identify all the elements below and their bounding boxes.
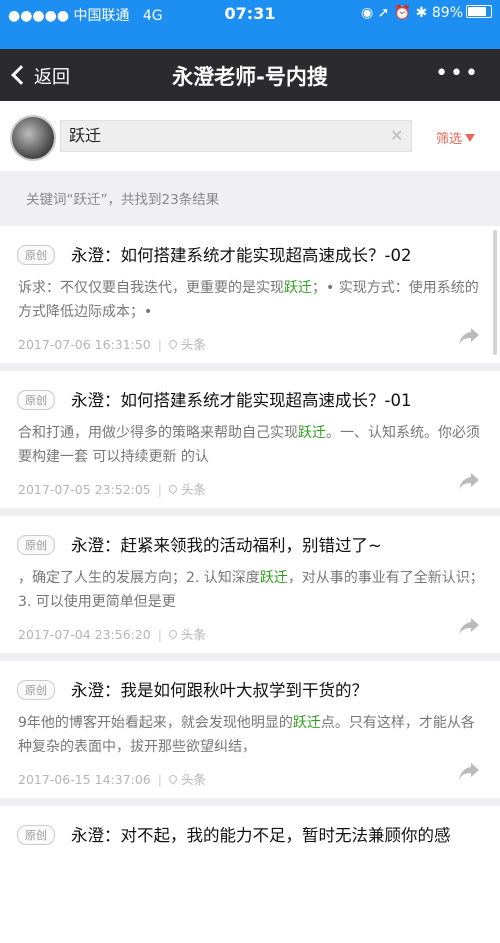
result-meta: 2017-07-06 16:31:50 | 头条: [18, 334, 206, 353]
battery-percent: 89%: [431, 5, 463, 21]
original-badge: 原创: [17, 535, 55, 555]
result-source: 头条: [180, 772, 206, 787]
result-title[interactable]: 永澄：如何搭建系统才能实现超高速成长？-01: [71, 387, 411, 411]
nav-bar: 返回 永澄老师-号内搜 •••: [0, 49, 500, 101]
result-snippet: ，确定了人生的发展方向；2. 认知深度跃迁，对从事的事业有了全新认识；3. 可以…: [18, 566, 488, 614]
result-date: 2017-06-15 14:37:06: [18, 772, 151, 787]
filter-label: 筛选: [436, 132, 463, 147]
scrollbar[interactable]: [493, 230, 497, 355]
share-icon[interactable]: [458, 326, 480, 346]
result-item[interactable]: 原创 永澄：赶紧来领我的活动福利，别错过了~ ，确定了人生的发展方向；2. 认知深度…: [0, 516, 500, 653]
result-summary: 关键词“跃迁”，共找到23条结果: [26, 192, 220, 208]
location-pin-icon: [167, 483, 179, 495]
result-source: 头条: [180, 337, 206, 352]
result-title[interactable]: 永澄：对不起，我的能力不足，暂时无法兼顾你的感: [71, 822, 451, 846]
more-menu-button[interactable]: •••: [435, 61, 480, 86]
result-snippet: 9年他的博客开始看起来，就会发现他明显的跃迁点。只有这样，才能从各种复杂的表面中…: [18, 711, 488, 759]
result-meta: 2017-07-04 23:56:20 | 头条: [18, 624, 206, 643]
result-snippet: 合和打通，用做少得多的策略来帮助自己实现跃迁。一、认知系统。你必须要构建一套 可…: [18, 421, 488, 469]
result-source: 头条: [180, 482, 206, 497]
filter-icon: [465, 134, 476, 142]
share-icon[interactable]: [458, 761, 480, 781]
snippet-text: 9年他的博客开始看起来，就会发现他明显的: [18, 715, 293, 731]
result-item[interactable]: 原创 永澄：如何搭建系统才能实现超高速成长？-02 诉求：不仅仅要自我迭代，更重要的…: [0, 226, 500, 363]
result-item[interactable]: 原创 永澄：对不起，我的能力不足，暂时无法兼顾你的感: [0, 806, 500, 943]
result-title[interactable]: 永澄：如何搭建系统才能实现超高速成长？-02: [71, 242, 411, 266]
snippet-keyword: 跃迁: [292, 715, 321, 731]
snippet-keyword: 跃迁: [298, 425, 326, 441]
meta-separator: |: [157, 627, 162, 642]
result-snippet: 诉求：不仅仅要自我迭代，更重要的是实现跃迁；• 实现方式：使用系统的方式降低边际…: [18, 276, 488, 324]
share-icon[interactable]: [458, 616, 480, 636]
status-bar-extension: [0, 28, 500, 49]
result-item[interactable]: 原创 永澄：我是如何跟秋叶大叔学到干货的？ 9年他的博客开始看起来，就会发现他明显的…: [0, 661, 500, 798]
meta-separator: |: [157, 337, 162, 352]
snippet-text: ，确定了人生的发展方向；2. 认知深度: [18, 570, 260, 586]
page-title: 永澄老师-号内搜: [172, 65, 328, 89]
filter-button[interactable]: 筛选: [436, 128, 476, 147]
snippet-keyword: 跃迁: [259, 570, 288, 586]
battery-fill: [468, 7, 486, 16]
meta-separator: |: [157, 772, 162, 787]
result-meta: 2017-06-15 14:37:06 | 头条: [18, 769, 206, 788]
original-badge: 原创: [17, 390, 55, 410]
search-input[interactable]: [60, 120, 412, 152]
snippet-keyword: 跃迁: [284, 280, 312, 296]
result-date: 2017-07-04 23:56:20: [18, 627, 151, 642]
status-glyph-icons: ◉ ➚ ⏰ ✱: [360, 5, 428, 21]
result-item[interactable]: 原创 永澄：如何搭建系统才能实现超高速成长？-01 合和打通，用做少得多的策略来帮助…: [0, 371, 500, 508]
result-date: 2017-07-06 16:31:50: [18, 337, 151, 352]
location-pin-icon: [167, 338, 179, 350]
meta-separator: |: [157, 482, 162, 497]
result-meta: 2017-07-05 23:52:05 | 头条: [18, 479, 206, 498]
result-title[interactable]: 永澄：赶紧来领我的活动福利，别错过了~: [71, 532, 382, 556]
search-bar: ✕ 筛选: [0, 101, 500, 171]
clear-icon[interactable]: ✕: [390, 128, 406, 144]
status-icons: ◉ ➚ ⏰ ✱ 89%: [361, 5, 492, 21]
status-bar: ●●●●● 中国联通 4G 07:31 ◉ ➚ ⏰ ✱ 89%: [0, 0, 500, 28]
result-source: 头条: [180, 627, 206, 642]
snippet-text: 诉求：不仅仅要自我迭代，更重要的是实现: [18, 280, 284, 296]
original-badge: 原创: [17, 680, 55, 700]
result-title[interactable]: 永澄：我是如何跟秋叶大叔学到干货的？: [71, 677, 368, 701]
result-date: 2017-07-05 23:52:05: [18, 482, 151, 497]
original-badge: 原创: [17, 825, 55, 845]
share-icon[interactable]: [458, 471, 480, 491]
location-pin-icon: [167, 773, 179, 785]
location-pin-icon: [167, 628, 179, 640]
avatar[interactable]: [10, 115, 56, 161]
snippet-text: 合和打通，用做少得多的策略来帮助自己实现: [18, 425, 298, 441]
battery-icon: [466, 5, 492, 18]
original-badge: 原创: [17, 245, 55, 265]
